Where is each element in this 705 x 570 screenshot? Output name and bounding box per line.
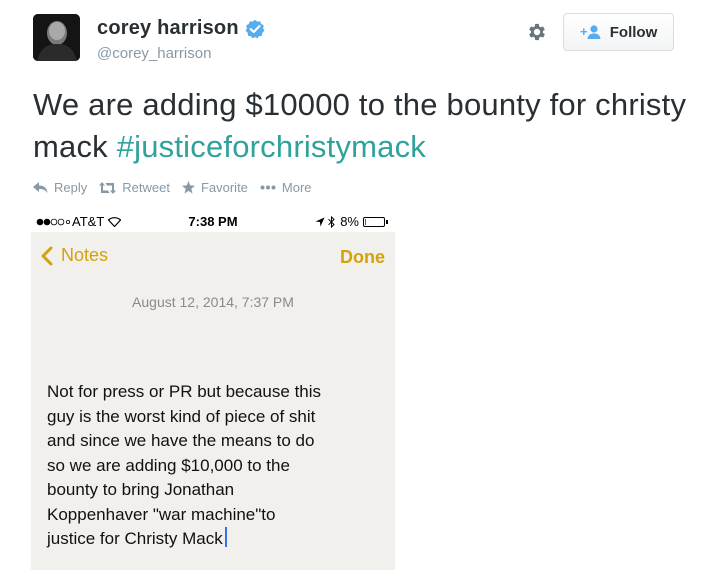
verified-badge-icon <box>245 19 265 38</box>
notes-back-label: Notes <box>61 245 109 265</box>
note-body-text[interactable]: Not for press or PR but because this guy… <box>47 380 387 552</box>
follow-label: Follow <box>609 23 658 41</box>
attached-photo[interactable]: AT&T 7:38 PM 8% Notes Done August 12, 20… <box>31 210 395 570</box>
chevron-left-icon <box>41 246 53 265</box>
bluetooth-icon <box>328 215 335 228</box>
tweet-actions: Reply Retweet Favorite More <box>33 180 324 195</box>
user-name-row: corey harrison <box>97 17 265 40</box>
screen-name[interactable]: @corey_harrison <box>97 45 211 62</box>
notes-nav-bar: Notes Done <box>31 232 395 282</box>
status-right: 8% <box>315 214 388 229</box>
reply-icon <box>33 181 48 193</box>
follow-button[interactable]: + Follow <box>563 13 674 51</box>
display-name[interactable]: corey harrison <box>97 17 239 40</box>
text-cursor <box>224 527 227 547</box>
notes-back-button[interactable]: Notes <box>41 245 108 266</box>
ios-status-bar: AT&T 7:38 PM 8% <box>31 210 395 232</box>
svg-text:+: + <box>580 24 588 39</box>
avatar[interactable] <box>33 14 80 61</box>
more-button[interactable]: More <box>260 180 312 195</box>
note-body: Not for press or PR but because this guy… <box>47 382 322 548</box>
favorite-button[interactable]: Favorite <box>181 180 248 195</box>
battery-percent: 8% <box>340 214 359 229</box>
battery-icon <box>363 216 388 227</box>
tweet-text: We are adding $10000 to the bounty for c… <box>33 84 693 168</box>
hashtag-link[interactable]: #justiceforchristymack <box>117 129 426 164</box>
more-dots-icon <box>260 185 276 190</box>
add-user-icon: + <box>580 24 601 39</box>
location-arrow-icon <box>315 217 325 226</box>
more-label: More <box>281 180 312 195</box>
reply-button[interactable]: Reply <box>33 180 87 195</box>
done-button[interactable]: Done <box>340 247 385 268</box>
battery-level-fill <box>365 218 366 225</box>
retweet-label: Retweet <box>122 180 170 195</box>
retweet-icon <box>99 181 117 194</box>
gear-icon[interactable] <box>526 21 548 43</box>
note-date: August 12, 2014, 7:37 PM <box>132 294 294 310</box>
retweet-button[interactable]: Retweet <box>99 180 170 195</box>
star-icon <box>181 181 195 194</box>
favorite-label: Favorite <box>200 180 248 195</box>
reply-label: Reply <box>54 180 88 195</box>
